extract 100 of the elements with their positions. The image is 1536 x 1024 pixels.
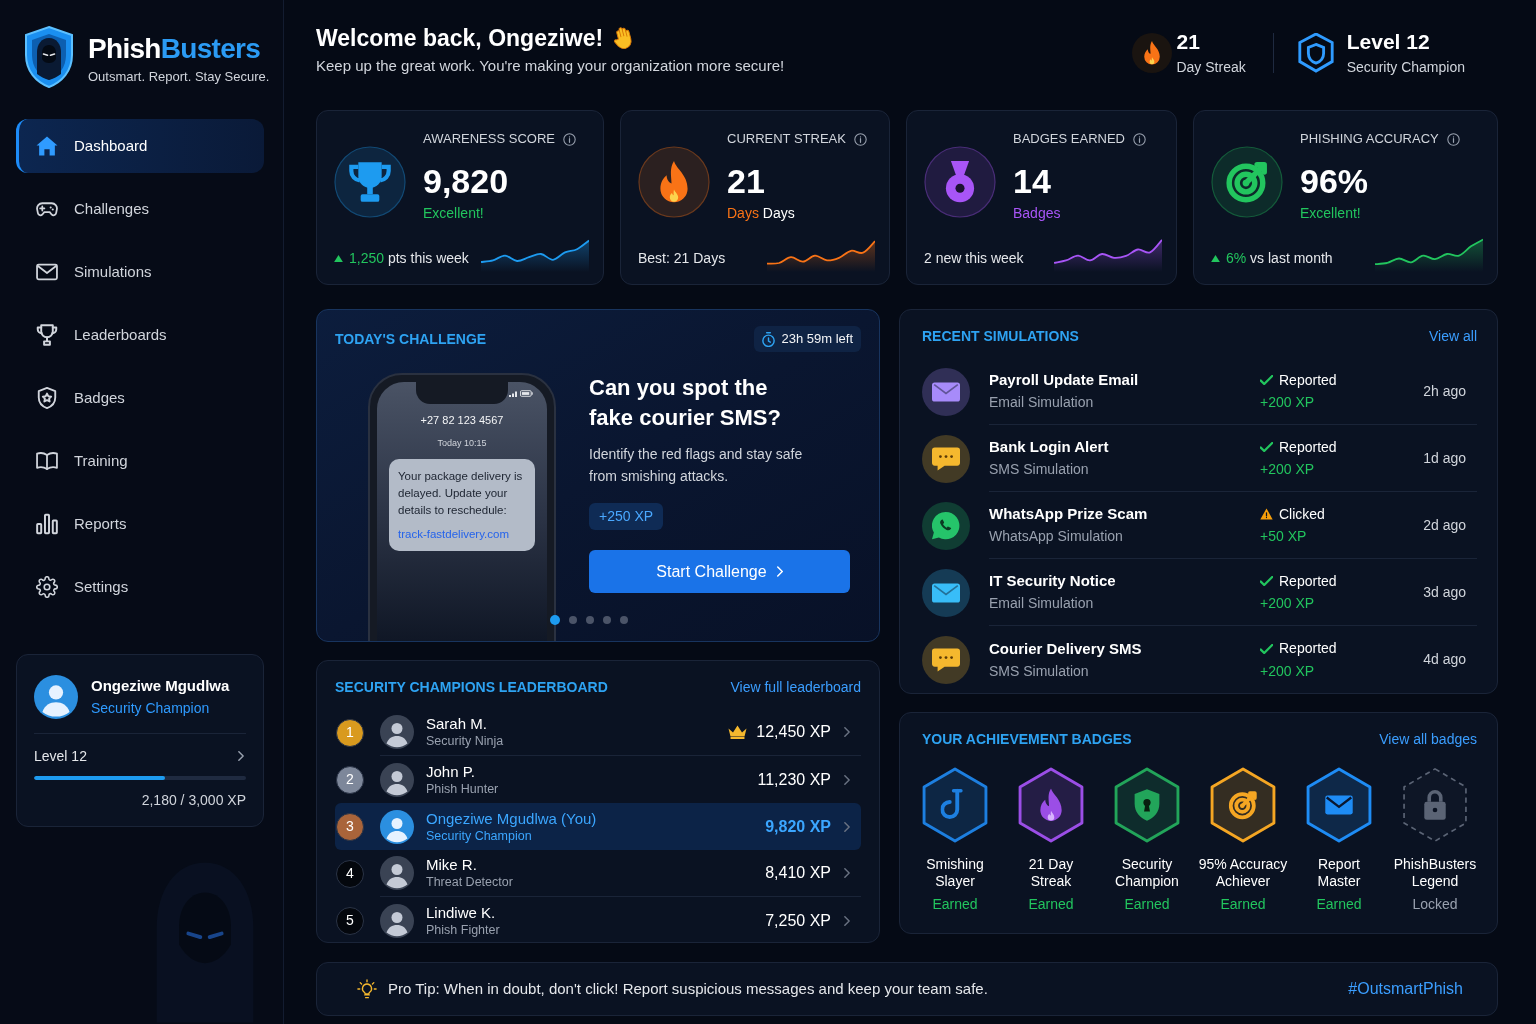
stat-footer: Best: 21 Days bbox=[638, 248, 726, 268]
brand-name: PhishBusters bbox=[88, 33, 262, 65]
player-title: Phish Fighter bbox=[426, 921, 501, 939]
simulation-type: WhatsApp Simulation bbox=[989, 527, 1124, 546]
stat-title: PHISHING ACCURACY bbox=[1300, 131, 1439, 147]
leaderboard-row[interactable]: 5 Lindiwe K. Phish Fighter 7,250 XP bbox=[335, 897, 861, 944]
nav-item[interactable]: Badges bbox=[16, 371, 264, 425]
leaderboard-row[interactable]: 1 Sarah M. Security Ninja 12,450 XP bbox=[335, 709, 861, 756]
welcome-subtitle: Keep up the great work. You're making your organization more secure! bbox=[316, 56, 785, 76]
nav-item[interactable]: Reports bbox=[16, 497, 264, 551]
player-name: John P. bbox=[426, 761, 476, 781]
section-title: SECURITY CHAMPIONS LEADERBOARD bbox=[335, 677, 608, 697]
player-xp: 9,820 XP bbox=[765, 816, 831, 837]
profile-name: Ongeziwe Mgudlwa bbox=[91, 676, 230, 696]
view-leaderboard-link[interactable]: View full leaderboard bbox=[730, 676, 861, 698]
xp-reward-tag: +250 XP bbox=[589, 503, 664, 530]
start-challenge-button[interactable]: Start Challenge bbox=[589, 550, 850, 593]
book-icon bbox=[36, 450, 58, 472]
chevron-right-icon bbox=[238, 751, 244, 761]
user-avatar bbox=[34, 675, 78, 719]
lightbulb-icon bbox=[357, 979, 377, 999]
simulation-xp: +50 XP bbox=[1260, 527, 1308, 546]
view-all-link[interactable]: View all bbox=[1429, 325, 1477, 347]
simulation-type: Email Simulation bbox=[989, 393, 1095, 412]
stat-title: AWARENESS SCORE bbox=[423, 131, 555, 147]
level-title: Level 12 bbox=[1346, 29, 1431, 55]
chevron-right-icon bbox=[844, 774, 850, 785]
player-title: Security Ninja bbox=[426, 733, 505, 750]
bar-chart-icon bbox=[36, 513, 58, 535]
player-xp: 7,250 XP bbox=[765, 910, 831, 931]
settings-icon bbox=[36, 576, 58, 598]
stat-subtitle: Excellent! bbox=[423, 204, 485, 223]
simulation-time: 4d ago bbox=[1423, 650, 1466, 669]
simulation-type: SMS Simulation bbox=[989, 661, 1090, 681]
sms-time: Today 10:15 bbox=[437, 437, 487, 449]
simulation-time: 2h ago bbox=[1423, 381, 1466, 401]
nav-item[interactable]: Training bbox=[16, 434, 264, 488]
simulation-title: Bank Login Alert bbox=[989, 437, 1110, 457]
leaderboard-row[interactable]: 2 John P. Phish Hunter 11,230 XP bbox=[335, 756, 861, 803]
simulation-title: Courier Delivery SMS bbox=[989, 638, 1143, 659]
badge-name: Security Champion bbox=[1115, 856, 1179, 890]
stat-subtitle: Excellent! bbox=[1300, 204, 1362, 223]
player-xp: 12,450 XP bbox=[756, 722, 831, 742]
nav-item[interactable]: Dashboard bbox=[16, 119, 264, 173]
player-name: Ongeziwe Mgudlwa (You) bbox=[426, 808, 598, 828]
simulation-type: SMS Simulation bbox=[989, 460, 1090, 479]
badge-name: PhishBusters Legend bbox=[1393, 856, 1477, 890]
battery-icon bbox=[520, 390, 533, 397]
envelope-icon bbox=[36, 261, 58, 283]
simulation-xp: +200 XP bbox=[1260, 661, 1316, 681]
badge-name: 21 Day Streak bbox=[1028, 856, 1074, 890]
rank-marker: 2 bbox=[336, 765, 364, 794]
leaderboard-row[interactable]: 3 Ongeziwe Mgudlwa (You) Security Champion 9,820 XP bbox=[335, 803, 861, 850]
profile-role: Security Champion bbox=[91, 699, 211, 718]
stat-value: 96% bbox=[1300, 161, 1370, 201]
simulation-xp: +200 XP bbox=[1260, 393, 1316, 412]
badge-status: Earned bbox=[1220, 895, 1266, 913]
brand-tagline: Outsmart. Report. Stay Secure. bbox=[88, 69, 270, 85]
stat-subtitle: Badges bbox=[1013, 204, 1062, 223]
user-avatar bbox=[380, 809, 414, 844]
user-avatar bbox=[380, 762, 414, 797]
badge-status: Earned bbox=[1124, 895, 1170, 913]
logo-icon bbox=[22, 25, 76, 89]
leaderboard-row[interactable]: 4 Mike R. Threat Detector 8,410 XP bbox=[335, 850, 861, 897]
rank-marker: 5 bbox=[336, 906, 364, 935]
nav-item[interactable]: Leaderboards bbox=[16, 308, 264, 362]
simulation-status: Reported bbox=[1279, 437, 1337, 457]
badge-status: Earned bbox=[1028, 895, 1074, 913]
info-icon bbox=[853, 132, 867, 146]
time-left-text: 23h 59m left bbox=[781, 331, 853, 347]
simulation-status: Reported bbox=[1279, 571, 1337, 591]
section-title: RECENT SIMULATIONS bbox=[922, 326, 1079, 346]
info-icon bbox=[1446, 132, 1460, 146]
shield-icon bbox=[36, 387, 58, 409]
badge-status: Earned bbox=[1316, 895, 1362, 913]
sms-url-text: track-fastdelivery.com bbox=[398, 527, 510, 542]
rank-marker: 3 bbox=[336, 812, 364, 841]
stat-footer: 6% vs last month bbox=[1226, 248, 1333, 268]
simulation-time: 3d ago bbox=[1423, 582, 1466, 602]
nav-item[interactable]: Challenges bbox=[16, 182, 264, 236]
simulation-type: Email Simulation bbox=[989, 594, 1095, 613]
signal-icon bbox=[509, 390, 517, 397]
level-label: Level 12 bbox=[34, 747, 87, 766]
chevron-right-icon bbox=[844, 821, 850, 832]
user-avatar bbox=[380, 856, 414, 890]
nav-item[interactable]: Settings bbox=[16, 560, 264, 614]
chevron-right-icon bbox=[844, 915, 850, 926]
stat-value: 21 bbox=[727, 161, 766, 201]
player-xp: 8,410 XP bbox=[765, 863, 831, 883]
view-all-badges-link[interactable]: View all badges bbox=[1379, 728, 1477, 750]
hashtag-link[interactable]: #OutsmartPhish bbox=[1348, 977, 1463, 1001]
stat-title: BADGES EARNED bbox=[1013, 131, 1125, 147]
player-title: Threat Detector bbox=[426, 874, 514, 891]
trophy-icon bbox=[36, 324, 58, 346]
info-icon bbox=[562, 132, 576, 146]
chevron-right-icon bbox=[844, 727, 850, 737]
badge-name: 95% Accuracy Achiever bbox=[1198, 856, 1288, 890]
player-xp: 11,230 XP bbox=[757, 769, 831, 790]
simulation-xp: +200 XP bbox=[1260, 460, 1316, 479]
nav-item[interactable]: Simulations bbox=[16, 245, 264, 299]
